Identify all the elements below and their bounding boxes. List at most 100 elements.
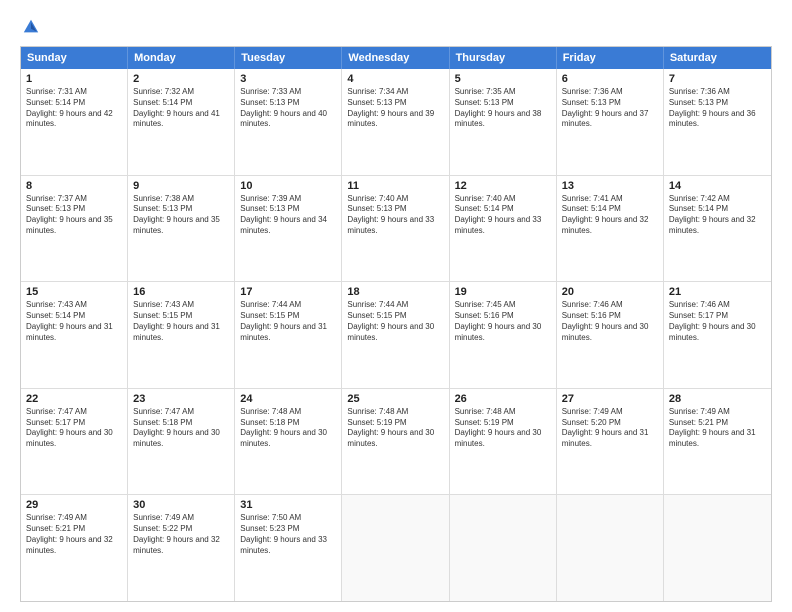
calendar-cell: 30 Sunrise: 7:49 AM Sunset: 5:22 PM Dayli… [128,495,235,601]
cell-details: Sunrise: 7:50 AM Sunset: 5:23 PM Dayligh… [240,513,336,556]
cell-details: Sunrise: 7:41 AM Sunset: 5:14 PM Dayligh… [562,194,658,237]
cell-details: Sunrise: 7:31 AM Sunset: 5:14 PM Dayligh… [26,87,122,130]
calendar-cell [557,495,664,601]
calendar-cell: 4 Sunrise: 7:34 AM Sunset: 5:13 PM Daylig… [342,69,449,175]
calendar-cell: 13 Sunrise: 7:41 AM Sunset: 5:14 PM Dayli… [557,176,664,282]
calendar-cell: 1 Sunrise: 7:31 AM Sunset: 5:14 PM Daylig… [21,69,128,175]
logo-icon [22,18,40,36]
calendar-cell: 19Sunrise: 7:45 AM Sunset: 5:16 PM Dayli… [450,282,557,388]
cell-details: Sunrise: 7:47 AM Sunset: 5:18 PM Dayligh… [133,407,229,450]
cell-details: Sunrise: 7:42 AM Sunset: 5:14 PM Dayligh… [669,194,766,237]
calendar-cell: 26 Sunrise: 7:48 AM Sunset: 5:19 PM Dayli… [450,389,557,495]
day-number: 15 [26,286,122,298]
day-number: 5 [455,73,551,85]
day-number: 11 [347,180,443,192]
calendar-cell: 27 Sunrise: 7:49 AM Sunset: 5:20 PM Dayli… [557,389,664,495]
calendar-cell [342,495,449,601]
day-number: 20 [562,286,658,298]
calendar-cell: 22 Sunrise: 7:47 AM Sunset: 5:17 PM Dayli… [21,389,128,495]
calendar-cell: 6Sunrise: 7:36 AM Sunset: 5:13 PM Daylig… [557,69,664,175]
calendar-cell: 24 Sunrise: 7:48 AM Sunset: 5:18 PM Dayli… [235,389,342,495]
day-number: 14 [669,180,766,192]
page: Sunday Monday Tuesday Wednesday Thursday… [0,0,792,612]
day-number: 27 [562,393,658,405]
header [20,18,772,36]
calendar-cell [664,495,771,601]
calendar: Sunday Monday Tuesday Wednesday Thursday… [20,46,772,602]
calendar-cell: 10 Sunrise: 7:39 AM Sunset: 5:13 PM Dayli… [235,176,342,282]
day-number: 3 [240,73,336,85]
calendar-cell: 15 Sunrise: 7:43 AM Sunset: 5:14 PM Dayli… [21,282,128,388]
calendar-cell: 5Sunrise: 7:35 AM Sunset: 5:13 PM Daylig… [450,69,557,175]
day-number: 7 [669,73,766,85]
day-number: 30 [133,499,229,511]
calendar-row-5: 29 Sunrise: 7:49 AM Sunset: 5:21 PM Dayli… [21,495,771,601]
calendar-row-2: 8 Sunrise: 7:37 AM Sunset: 5:13 PM Daylig… [21,176,771,283]
cell-details: Sunrise: 7:49 AM Sunset: 5:22 PM Dayligh… [133,513,229,556]
calendar-header: Sunday Monday Tuesday Wednesday Thursday… [21,47,771,69]
cell-details: Sunrise: 7:39 AM Sunset: 5:13 PM Dayligh… [240,194,336,237]
cell-details: Sunrise: 7:43 AM Sunset: 5:14 PM Dayligh… [26,300,122,343]
calendar-cell [450,495,557,601]
header-saturday: Saturday [664,47,771,69]
cell-details: Sunrise: 7:46 AM Sunset: 5:16 PM Dayligh… [562,300,658,343]
header-sunday: Sunday [21,47,128,69]
day-number: 24 [240,393,336,405]
logo [20,18,40,36]
calendar-row-4: 22 Sunrise: 7:47 AM Sunset: 5:17 PM Dayli… [21,389,771,496]
header-friday: Friday [557,47,664,69]
calendar-cell: 11 Sunrise: 7:40 AM Sunset: 5:13 PM Dayli… [342,176,449,282]
cell-details: Sunrise: 7:46 AM Sunset: 5:17 PM Dayligh… [669,300,766,343]
cell-details: Sunrise: 7:47 AM Sunset: 5:17 PM Dayligh… [26,407,122,450]
calendar-cell: 31 Sunrise: 7:50 AM Sunset: 5:23 PM Dayli… [235,495,342,601]
day-number: 1 [26,73,122,85]
day-number: 26 [455,393,551,405]
cell-details: Sunrise: 7:38 AM Sunset: 5:13 PM Dayligh… [133,194,229,237]
cell-details: Sunrise: 7:43 AM Sunset: 5:15 PM Dayligh… [133,300,229,343]
day-number: 8 [26,180,122,192]
day-number: 28 [669,393,766,405]
header-monday: Monday [128,47,235,69]
day-number: 18 [347,286,443,298]
cell-details: Sunrise: 7:37 AM Sunset: 5:13 PM Dayligh… [26,194,122,237]
cell-details: Sunrise: 7:49 AM Sunset: 5:20 PM Dayligh… [562,407,658,450]
day-number: 29 [26,499,122,511]
day-number: 19 [455,286,551,298]
calendar-cell: 25Sunrise: 7:48 AM Sunset: 5:19 PM Dayli… [342,389,449,495]
calendar-row-1: 1 Sunrise: 7:31 AM Sunset: 5:14 PM Daylig… [21,69,771,176]
day-number: 13 [562,180,658,192]
cell-details: Sunrise: 7:40 AM Sunset: 5:13 PM Dayligh… [347,194,443,237]
cell-details: Sunrise: 7:34 AM Sunset: 5:13 PM Dayligh… [347,87,443,130]
calendar-body: 1 Sunrise: 7:31 AM Sunset: 5:14 PM Daylig… [21,69,771,601]
cell-details: Sunrise: 7:36 AM Sunset: 5:13 PM Dayligh… [562,87,658,130]
day-number: 9 [133,180,229,192]
calendar-cell: 28Sunrise: 7:49 AM Sunset: 5:21 PM Dayli… [664,389,771,495]
day-number: 25 [347,393,443,405]
cell-details: Sunrise: 7:48 AM Sunset: 5:18 PM Dayligh… [240,407,336,450]
calendar-cell: 3 Sunrise: 7:33 AM Sunset: 5:13 PM Daylig… [235,69,342,175]
header-tuesday: Tuesday [235,47,342,69]
cell-details: Sunrise: 7:44 AM Sunset: 5:15 PM Dayligh… [240,300,336,343]
calendar-cell: 7 Sunrise: 7:36 AM Sunset: 5:13 PM Daylig… [664,69,771,175]
cell-details: Sunrise: 7:32 AM Sunset: 5:14 PM Dayligh… [133,87,229,130]
calendar-cell: 20 Sunrise: 7:46 AM Sunset: 5:16 PM Dayli… [557,282,664,388]
calendar-cell: 18Sunrise: 7:44 AM Sunset: 5:15 PM Dayli… [342,282,449,388]
cell-details: Sunrise: 7:33 AM Sunset: 5:13 PM Dayligh… [240,87,336,130]
day-number: 4 [347,73,443,85]
calendar-cell: 9 Sunrise: 7:38 AM Sunset: 5:13 PM Daylig… [128,176,235,282]
calendar-cell: 8 Sunrise: 7:37 AM Sunset: 5:13 PM Daylig… [21,176,128,282]
day-number: 23 [133,393,229,405]
day-number: 12 [455,180,551,192]
cell-details: Sunrise: 7:49 AM Sunset: 5:21 PM Dayligh… [26,513,122,556]
day-number: 22 [26,393,122,405]
cell-details: Sunrise: 7:36 AM Sunset: 5:13 PM Dayligh… [669,87,766,130]
calendar-cell: 12 Sunrise: 7:40 AM Sunset: 5:14 PM Dayli… [450,176,557,282]
cell-details: Sunrise: 7:48 AM Sunset: 5:19 PM Dayligh… [455,407,551,450]
day-number: 17 [240,286,336,298]
day-number: 10 [240,180,336,192]
calendar-cell: 2 Sunrise: 7:32 AM Sunset: 5:14 PM Daylig… [128,69,235,175]
day-number: 2 [133,73,229,85]
day-number: 31 [240,499,336,511]
cell-details: Sunrise: 7:40 AM Sunset: 5:14 PM Dayligh… [455,194,551,237]
calendar-row-3: 15 Sunrise: 7:43 AM Sunset: 5:14 PM Dayli… [21,282,771,389]
